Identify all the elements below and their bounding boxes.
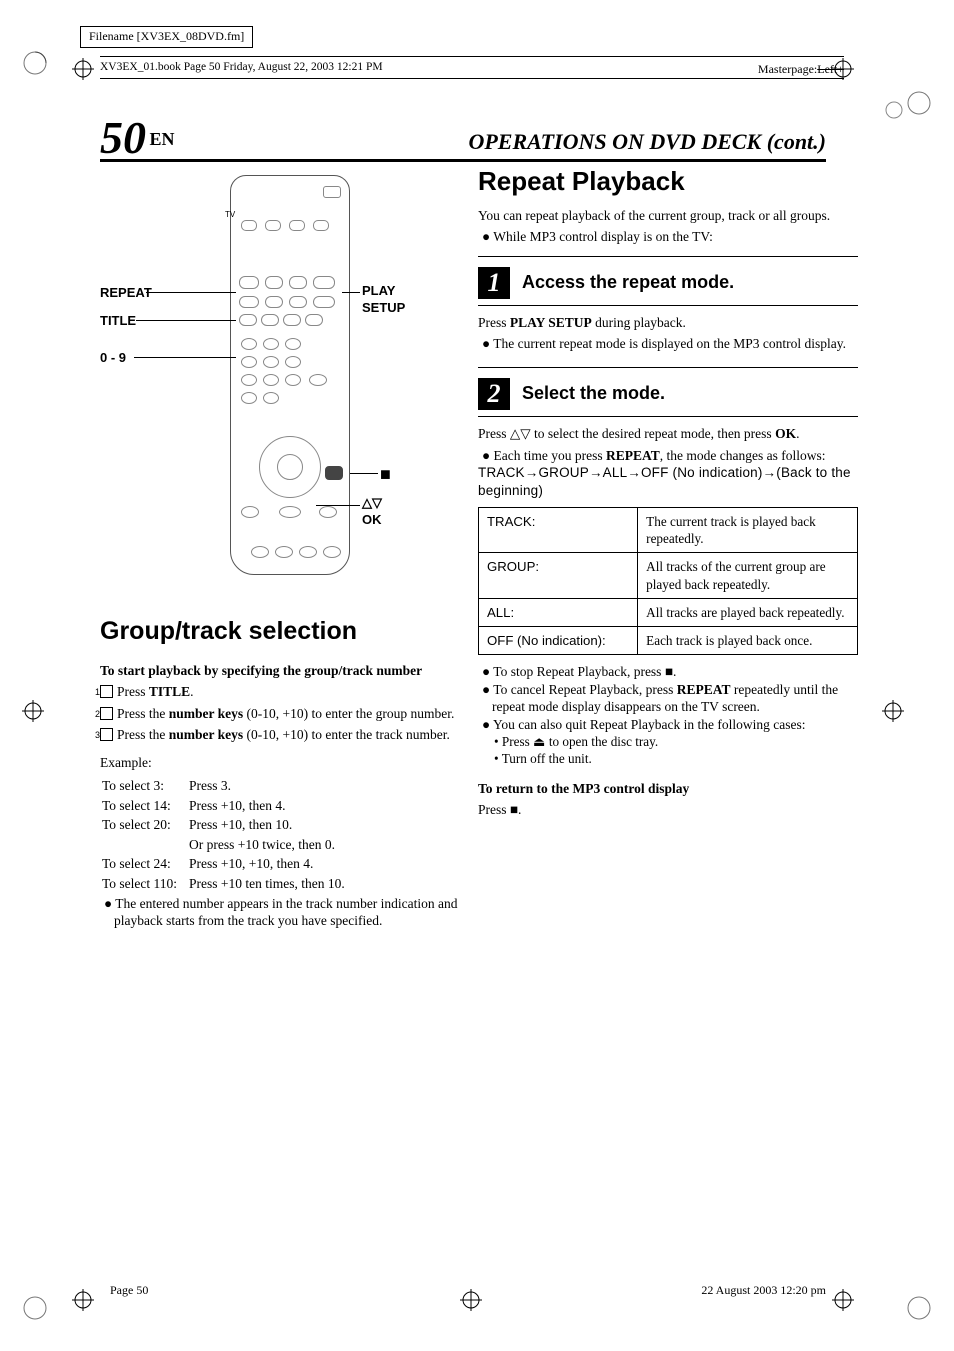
section-title: OPERATIONS ON DVD DECK (cont.) bbox=[468, 128, 826, 157]
return-heading: To return to the MP3 control display bbox=[478, 780, 858, 798]
callout-repeat: REPEAT bbox=[100, 285, 152, 302]
registration-mark-icon bbox=[72, 58, 94, 80]
callout-title: TITLE bbox=[100, 313, 136, 330]
example-label: Example: bbox=[100, 754, 460, 772]
step-2-number: 2 bbox=[478, 378, 510, 410]
callout-stop: ■ bbox=[380, 463, 391, 486]
post-bullet-1: ● To stop Repeat Playback, press ■. bbox=[478, 663, 858, 681]
step-1-line: 1Press TITLE. bbox=[100, 683, 460, 701]
footer-page: Page 50 bbox=[110, 1283, 148, 1299]
left-note: ● The entered number appears in the trac… bbox=[100, 895, 460, 930]
book-info-line: XV3EX_01.book Page 50 Friday, August 22,… bbox=[100, 56, 844, 79]
post-bullet-2: ● To cancel Repeat Playback, press REPEA… bbox=[478, 681, 858, 716]
footer-date: 22 August 2003 12:20 pm bbox=[701, 1283, 826, 1299]
step-2-text-1: Press △▽ to select the desired repeat mo… bbox=[478, 425, 858, 443]
tv-label: TV bbox=[225, 210, 235, 220]
registration-mark-icon bbox=[882, 700, 904, 722]
step-1-header: 1 Access the repeat mode. bbox=[478, 267, 858, 299]
step-1-bullet: ● The current repeat mode is displayed o… bbox=[478, 335, 858, 353]
callout-updown-ok: △▽OK bbox=[362, 495, 382, 529]
registration-mark-icon bbox=[72, 1289, 94, 1311]
post-sub-bullet-1: • Press ⏏ to open the disc tray. bbox=[478, 733, 858, 750]
registration-mark-icon bbox=[22, 700, 44, 722]
right-intro: You can repeat playback of the current g… bbox=[478, 207, 858, 225]
step-3-line: 3Press the number keys (0-10, +10) to en… bbox=[100, 726, 460, 744]
step-2-title: Select the mode. bbox=[522, 382, 665, 405]
step-2-header: 2 Select the mode. bbox=[478, 378, 858, 410]
registration-mark-icon bbox=[460, 1289, 482, 1311]
post-bullet-3: ● You can also quit Repeat Playback in t… bbox=[478, 716, 858, 734]
step-2-line: 2Press the number keys (0-10, +10) to en… bbox=[100, 705, 460, 723]
right-intro-bullet: ● While MP3 control display is on the TV… bbox=[478, 228, 858, 246]
filename-box: Filename [XV3EX_08DVD.fm] bbox=[80, 26, 253, 48]
registration-mark-icon bbox=[832, 1289, 854, 1311]
group-track-heading: Group/track selection bbox=[100, 615, 460, 648]
callout-play-setup: PLAYSETUP bbox=[362, 283, 405, 317]
title-rule bbox=[100, 159, 826, 162]
remote-diagram: TV bbox=[100, 175, 460, 595]
step-1-title: Access the repeat mode. bbox=[522, 271, 734, 294]
printer-mark-spiral bbox=[906, 1295, 932, 1321]
printer-mark-spiral bbox=[22, 1295, 48, 1321]
step-1-number: 1 bbox=[478, 267, 510, 299]
step-1-text: Press PLAY SETUP during playback. bbox=[478, 314, 858, 332]
post-sub-bullet-2: • Turn off the unit. bbox=[478, 750, 858, 767]
step-2-bullet: ● Each time you press REPEAT, the mode c… bbox=[478, 447, 858, 465]
callout-number-keys: 0 - 9 bbox=[100, 350, 126, 367]
repeat-playback-heading: Repeat Playback bbox=[478, 165, 858, 199]
example-table: To select 3:Press 3. To select 14:Press … bbox=[100, 775, 357, 894]
printer-mark-spiral bbox=[884, 100, 904, 120]
printer-mark-spiral bbox=[906, 90, 932, 116]
printer-mark-spiral bbox=[22, 50, 48, 76]
left-intro: To start playback by specifying the grou… bbox=[100, 662, 460, 680]
repeat-mode-table: TRACK:The current track is played back r… bbox=[478, 507, 858, 655]
repeat-sequence: TRACK→GROUP→ALL→OFF (No indication)→(Bac… bbox=[478, 464, 858, 499]
return-text: Press ■. bbox=[478, 801, 858, 819]
